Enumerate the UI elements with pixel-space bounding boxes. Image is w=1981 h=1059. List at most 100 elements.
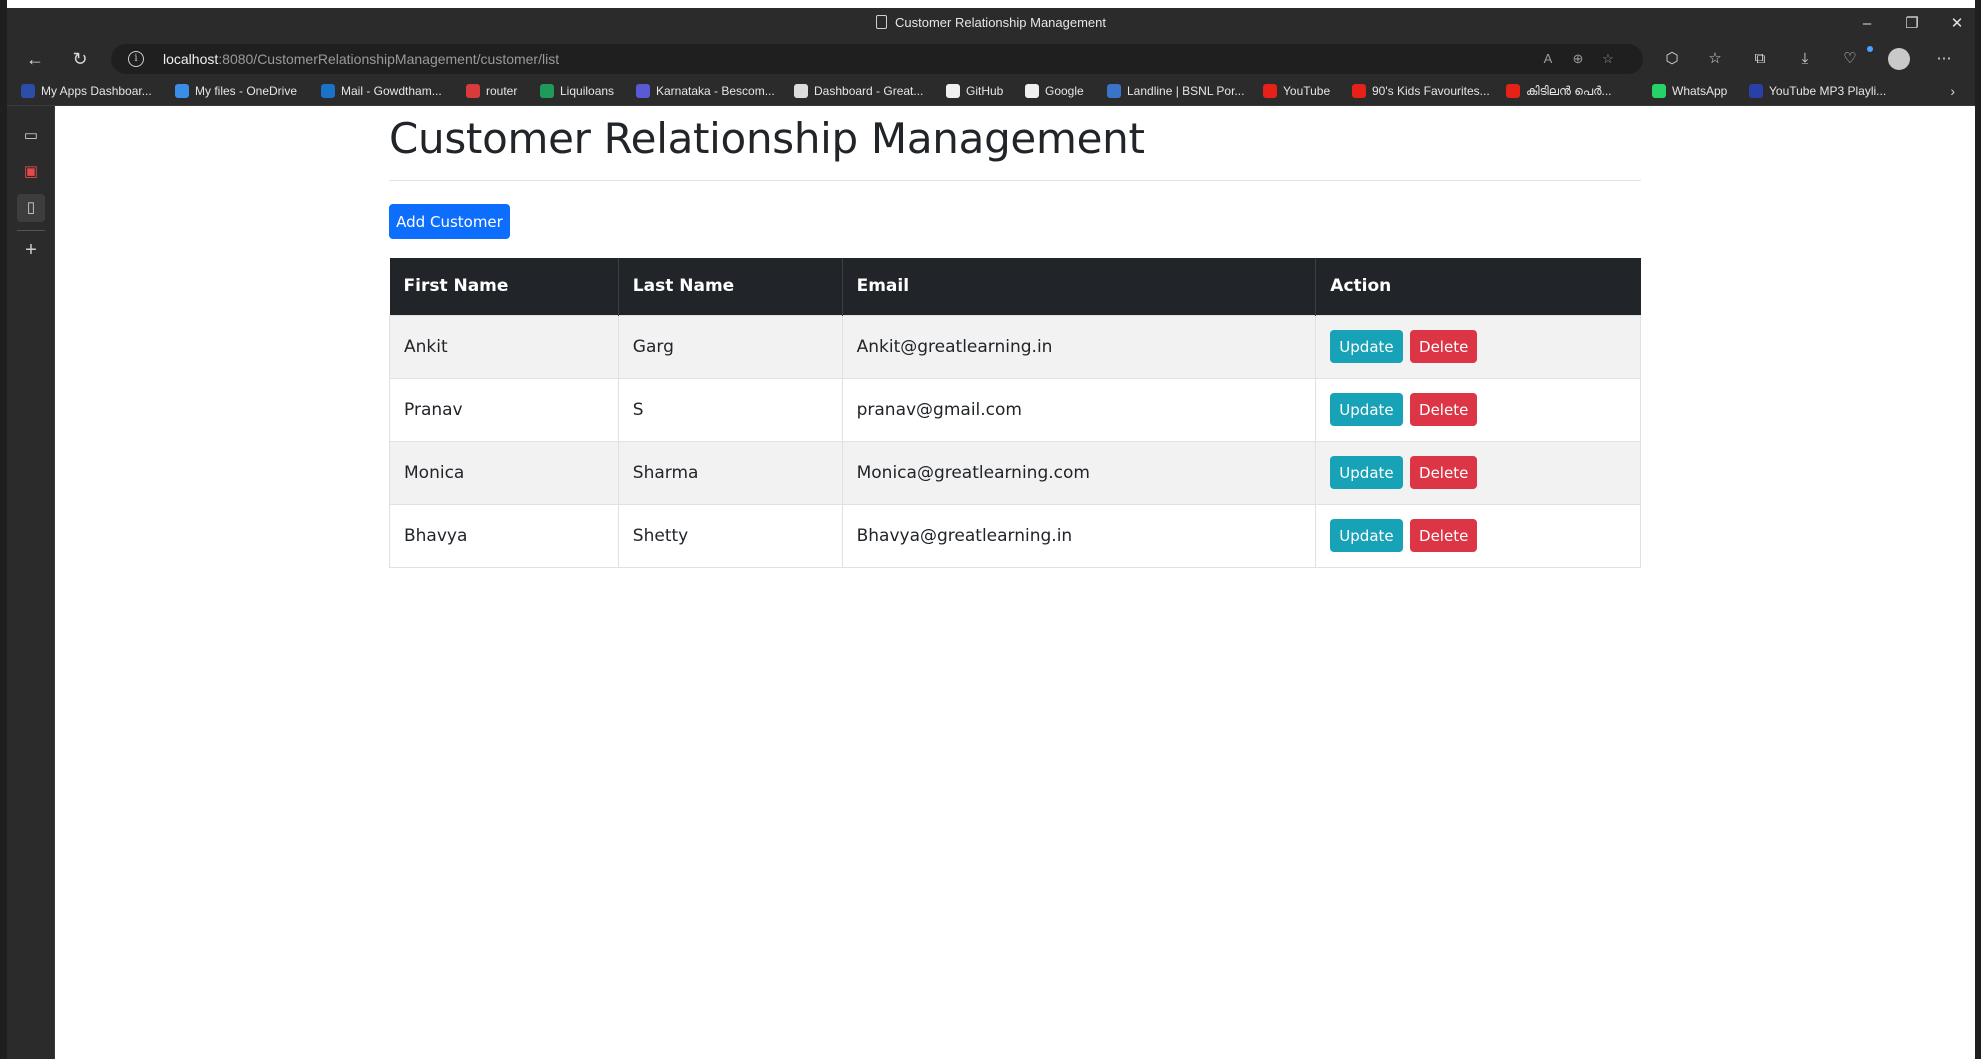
bookmark-favicon-icon bbox=[946, 84, 960, 98]
bookmark-favicon-icon bbox=[1107, 84, 1121, 98]
bookmark-item[interactable]: കിടിലൻ പെർ... bbox=[1506, 84, 1612, 99]
bookmark-item[interactable]: router bbox=[466, 84, 517, 98]
update-button[interactable]: Update bbox=[1330, 393, 1403, 426]
bookmark-label: YouTube MP3 Playli... bbox=[1769, 84, 1887, 98]
minimize-button[interactable]: – bbox=[1847, 12, 1887, 36]
bookmark-favicon-icon bbox=[540, 84, 554, 98]
bookmark-label: My Apps Dashboar... bbox=[41, 84, 152, 98]
title-divider bbox=[389, 180, 1641, 181]
delete-button[interactable]: Delete bbox=[1410, 330, 1478, 363]
more-icon[interactable]: ⋯ bbox=[1931, 48, 1957, 70]
zoom-icon[interactable]: ⊕ bbox=[1567, 49, 1589, 69]
bookmark-item[interactable]: My Apps Dashboar... bbox=[21, 84, 152, 98]
bookmark-favicon-icon bbox=[321, 84, 335, 98]
refresh-icon[interactable]: ↻ bbox=[65, 46, 95, 72]
bookmark-label: router bbox=[486, 84, 518, 98]
bookmark-favicon-icon bbox=[794, 84, 808, 98]
url-text[interactable]: localhost:8080/CustomerRelationshipManag… bbox=[163, 51, 559, 67]
bookmark-label: My files - OneDrive bbox=[195, 84, 298, 98]
bookmark-item[interactable]: WhatsApp bbox=[1652, 84, 1727, 98]
window-title: Customer Relationship Management bbox=[7, 15, 1975, 30]
bookmark-label: കിടിലൻ പെർ... bbox=[1526, 84, 1612, 98]
page-icon bbox=[876, 15, 887, 29]
bookmark-item[interactable]: Liquiloans bbox=[540, 84, 614, 98]
document-icon[interactable]: ▯ bbox=[17, 194, 45, 222]
table-row: Bhavya Shetty Bhavya@greatlearning.in Up… bbox=[389, 503, 1641, 568]
bookmark-favicon-icon bbox=[1652, 84, 1666, 98]
table-row: Pranav S pranav@gmail.com Update Delete bbox=[389, 377, 1641, 442]
profile-icon[interactable] bbox=[1888, 48, 1910, 70]
tabs-icon[interactable]: ▭ bbox=[17, 122, 45, 150]
notification-dot bbox=[1867, 46, 1873, 52]
cell-first-name: Bhavya bbox=[389, 503, 619, 568]
favorite-add-icon[interactable]: ☆ bbox=[1597, 49, 1619, 69]
bookmark-item[interactable]: Landline | BSNL Por... bbox=[1107, 84, 1244, 98]
downloads-icon[interactable]: ⤓ bbox=[1792, 48, 1818, 70]
collections-icon[interactable]: ⧉ bbox=[1747, 48, 1773, 70]
restore-button[interactable]: ❐ bbox=[1892, 12, 1932, 36]
cell-email: Monica@greatlearning.com bbox=[841, 440, 1317, 505]
bookmark-favicon-icon bbox=[466, 84, 480, 98]
chevron-right-icon[interactable]: › bbox=[1950, 83, 1955, 99]
cell-email: Bhavya@greatlearning.in bbox=[841, 503, 1317, 568]
bookmark-item[interactable]: Mail - Gowdtham... bbox=[321, 84, 442, 98]
pdf-icon[interactable]: ▣ bbox=[17, 158, 45, 186]
window-frame-right bbox=[1975, 0, 1981, 1059]
extensions-icon[interactable]: ⬡ bbox=[1659, 48, 1685, 70]
bookmark-label: GitHub bbox=[966, 84, 1004, 98]
bookmark-label: Dashboard - Great... bbox=[814, 84, 924, 98]
bookmarks-bar: My Apps Dashboar... My files - OneDrive … bbox=[7, 78, 1975, 106]
bookmark-label: Mail - Gowdtham... bbox=[341, 84, 442, 98]
bookmark-item[interactable]: GitHub bbox=[946, 84, 1003, 98]
cell-action: Update Delete bbox=[1315, 314, 1641, 379]
title-bar: Customer Relationship Management – ❐ ✕ bbox=[7, 8, 1975, 40]
bookmark-item[interactable]: Karnataka - Bescom... bbox=[636, 84, 775, 98]
bookmark-label: Landline | BSNL Por... bbox=[1127, 84, 1245, 98]
window-title-text: Customer Relationship Management bbox=[895, 15, 1106, 30]
add-customer-button[interactable]: Add Customer bbox=[389, 204, 510, 239]
cell-first-name: Pranav bbox=[389, 377, 619, 442]
update-button[interactable]: Update bbox=[1330, 519, 1403, 552]
update-button[interactable]: Update bbox=[1330, 330, 1403, 363]
update-button[interactable]: Update bbox=[1330, 456, 1403, 489]
bookmark-label: YouTube bbox=[1283, 84, 1331, 98]
delete-button[interactable]: Delete bbox=[1410, 393, 1478, 426]
cell-action: Update Delete bbox=[1315, 377, 1641, 442]
delete-button[interactable]: Delete bbox=[1410, 456, 1478, 489]
cell-email: pranav@gmail.com bbox=[841, 377, 1317, 442]
bookmark-item[interactable]: Dashboard - Great... bbox=[794, 84, 923, 98]
browser-essentials-icon[interactable]: ♡ bbox=[1837, 48, 1863, 70]
cell-last-name: Sharma bbox=[617, 440, 843, 505]
bookmark-favicon-icon bbox=[175, 84, 189, 98]
bookmark-label: Liquiloans bbox=[560, 84, 615, 98]
window-frame-left bbox=[0, 0, 7, 1059]
favorites-icon[interactable]: ☆ bbox=[1702, 48, 1728, 70]
bookmark-item[interactable]: My files - OneDrive bbox=[175, 84, 297, 98]
bookmark-favicon-icon bbox=[1749, 84, 1763, 98]
bookmark-item[interactable]: Google bbox=[1025, 84, 1084, 98]
bookmark-item[interactable]: 90's Kids Favourites... bbox=[1352, 84, 1490, 98]
plus-icon[interactable]: + bbox=[17, 236, 45, 264]
table-row: Monica Sharma Monica@greatlearning.com U… bbox=[389, 440, 1641, 505]
bookmark-favicon-icon bbox=[636, 84, 650, 98]
bookmark-label: Google bbox=[1045, 84, 1084, 98]
browser-sidebar: ▭ ▣ ▯ + bbox=[7, 106, 55, 1059]
bookmark-favicon-icon bbox=[1506, 84, 1520, 98]
cell-first-name: Monica bbox=[389, 440, 619, 505]
cell-last-name: S bbox=[617, 377, 843, 442]
url-host: localhost bbox=[163, 51, 219, 67]
page-content: Customer Relationship Management Add Cus… bbox=[389, 106, 1641, 568]
bookmark-item[interactable]: YouTube bbox=[1263, 84, 1330, 98]
read-aloud-icon[interactable]: A bbox=[1537, 49, 1559, 69]
bookmark-item[interactable]: YouTube MP3 Playli... bbox=[1749, 84, 1886, 98]
close-window-button[interactable]: ✕ bbox=[1937, 12, 1977, 36]
back-icon[interactable]: ← bbox=[20, 46, 50, 72]
bookmark-label: WhatsApp bbox=[1672, 84, 1728, 98]
table-header-row: First Name Last Name Email Action bbox=[389, 258, 1641, 315]
cell-first-name: Ankit bbox=[389, 314, 619, 379]
delete-button[interactable]: Delete bbox=[1410, 519, 1478, 552]
url-path: :8080/CustomerRelationshipManagement/cus… bbox=[218, 51, 560, 67]
cell-email: Ankit@greatlearning.in bbox=[841, 314, 1317, 379]
info-icon[interactable]: i bbox=[128, 51, 144, 67]
address-bar[interactable]: i localhost:8080/CustomerRelationshipMan… bbox=[111, 44, 1643, 74]
